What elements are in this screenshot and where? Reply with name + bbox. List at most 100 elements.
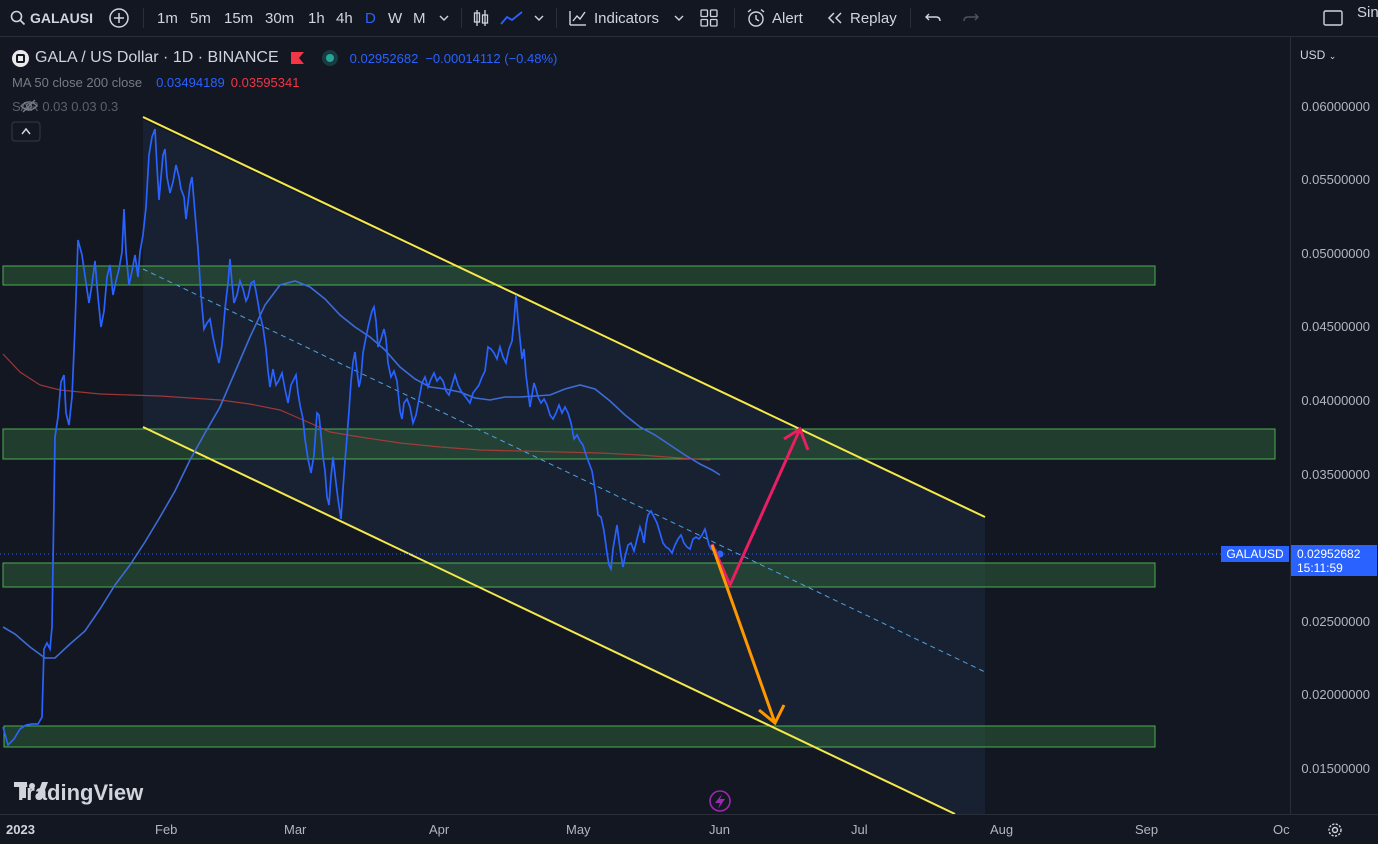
interval-W[interactable]: W xyxy=(388,0,402,36)
top-toolbar: GALAUSI 1m 5m 15m 30m 1h 4h D W M Indica… xyxy=(0,0,1378,37)
bar-countdown: 15:11:59 xyxy=(1297,561,1343,575)
tradingview-watermark: TradingView xyxy=(14,780,143,806)
event-lightning-icon[interactable] xyxy=(709,790,731,812)
time-label: Feb xyxy=(155,822,178,837)
interval-30m[interactable]: 30m xyxy=(265,0,294,36)
indicators-dropdown[interactable] xyxy=(674,0,684,36)
chart-type-dropdown[interactable] xyxy=(534,0,544,36)
fullscreen-button[interactable] xyxy=(1323,0,1343,36)
alert-label: Alert xyxy=(772,9,803,27)
redo-button[interactable] xyxy=(962,0,980,36)
symbol-title[interactable]: GALA / US Dollar · 1D · BINANCE xyxy=(35,49,279,67)
chevron-down-icon xyxy=(534,15,544,21)
price-axis[interactable]: USD ⌄ 0.06000000 0.05500000 0.05000000 0… xyxy=(1290,37,1378,814)
interval-1m[interactable]: 1m xyxy=(157,0,178,36)
price-tick: 0.03500000 xyxy=(1301,467,1370,482)
candles-icon xyxy=(473,10,489,26)
alert-button[interactable]: Alert xyxy=(746,0,803,36)
indicators-icon xyxy=(569,11,586,26)
undo-button[interactable] xyxy=(924,0,942,36)
interval-1h[interactable]: 1h xyxy=(308,0,325,36)
replay-label: Replay xyxy=(850,9,897,27)
compare-button[interactable] xyxy=(108,0,130,36)
interval-5m[interactable]: 5m xyxy=(190,0,211,36)
redo-icon xyxy=(963,13,979,22)
line-style-button[interactable] xyxy=(500,0,524,36)
partial-label: Sin xyxy=(1357,3,1378,21)
support-zone-low[interactable] xyxy=(3,725,1156,748)
time-axis[interactable]: 2023 Feb Mar Apr May Jun Jul Aug Sep Oc xyxy=(0,814,1378,844)
chevron-down-icon xyxy=(439,15,449,21)
symbol-search[interactable]: GALAUSI xyxy=(10,0,93,36)
current-price-text: 0.02952682 xyxy=(1297,547,1361,561)
alarm-clock-icon xyxy=(747,8,765,27)
symbol-price-tag: GALAUSD xyxy=(1221,546,1289,562)
time-label: Sep xyxy=(1135,822,1159,837)
price-tick: 0.04000000 xyxy=(1301,393,1370,408)
current-price-label: 0.02952682 15:11:59 xyxy=(1291,545,1377,576)
chart-canvas[interactable] xyxy=(0,37,1290,814)
ma200-value: 0.03595341 xyxy=(230,75,300,90)
ma-label: MA 50 close 200 close xyxy=(12,75,143,90)
price-tick: 0.01500000 xyxy=(1301,761,1370,776)
flag-icon[interactable] xyxy=(290,52,304,64)
indicators-label: Indicators xyxy=(594,9,660,27)
market-status-icon xyxy=(325,54,334,62)
interval-label: 4h xyxy=(336,9,353,27)
time-label: Jul xyxy=(851,822,868,837)
eye-hidden-icon[interactable] xyxy=(20,99,38,113)
currency-selector[interactable]: USD ⌄ xyxy=(1300,48,1336,62)
price-tick: 0.05000000 xyxy=(1301,246,1370,261)
interval-label: 30m xyxy=(265,9,295,27)
indicators-button[interactable]: Indicators xyxy=(568,0,659,36)
rewind-icon xyxy=(827,12,842,24)
chevron-down-icon xyxy=(674,15,684,21)
interval-label: 15m xyxy=(224,9,254,27)
interval-D[interactable]: D xyxy=(365,0,376,36)
add-circle-icon xyxy=(109,8,129,28)
symbol-tag-text: GALAUSD xyxy=(1226,547,1284,561)
interval-15m[interactable]: 15m xyxy=(224,0,253,36)
window-icon xyxy=(1323,10,1343,26)
time-label: Jun xyxy=(709,822,730,837)
time-label: Apr xyxy=(429,822,450,837)
interval-dropdown[interactable] xyxy=(439,0,449,36)
interval-label: W xyxy=(388,9,403,27)
search-icon xyxy=(10,10,26,26)
price-tick: 0.02500000 xyxy=(1301,614,1370,629)
chevron-down-icon: ⌄ xyxy=(1328,51,1337,61)
symbol-name: GALAUSI xyxy=(30,10,93,26)
interval-label: 1m xyxy=(157,9,178,27)
price-change-value: −0.00014112 (−0.48%) xyxy=(425,50,558,66)
chart-settings-button[interactable] xyxy=(1326,821,1344,844)
time-label: Oc xyxy=(1273,822,1290,837)
layout-grid-icon xyxy=(700,9,718,27)
time-label: Aug xyxy=(990,822,1014,837)
interval-label: D xyxy=(365,9,376,27)
bar-style-button[interactable] xyxy=(472,0,490,36)
replay-button[interactable]: Replay xyxy=(826,0,897,36)
collapse-legend-button[interactable] xyxy=(11,121,41,142)
legend-main-row: GALA / US Dollar · 1D · BINANCE 0.029526… xyxy=(12,49,557,67)
interval-M[interactable]: M xyxy=(413,0,426,36)
ma50-value: 0.03494189 xyxy=(156,75,225,90)
interval-label: 1h xyxy=(308,9,325,27)
undo-icon xyxy=(925,13,941,22)
exchange-logo-icon xyxy=(12,49,29,67)
interval-label: M xyxy=(413,9,426,27)
channel-fill xyxy=(143,120,985,814)
legend-sar-row[interactable]: SAR 0.03 0.03 0.3 xyxy=(12,99,118,114)
currency-label: USD xyxy=(1300,48,1326,62)
time-label: 2023 xyxy=(6,822,35,837)
toolbar-right-partial[interactable]: Sin xyxy=(1357,0,1378,30)
price-tick: 0.06000000 xyxy=(1301,99,1370,114)
chart-pane[interactable]: TradingView GALA / US Dollar · 1D · BINA… xyxy=(0,37,1290,814)
price-tick: 0.05500000 xyxy=(1301,172,1370,187)
last-price-value: 0.02952682 xyxy=(349,50,419,66)
support-zone[interactable] xyxy=(2,562,1156,588)
layouts-button[interactable] xyxy=(700,0,718,36)
line-chart-icon xyxy=(500,11,523,25)
resistance-zone-high[interactable] xyxy=(2,265,1156,286)
legend-ma-row[interactable]: MA 50 close 200 close 0.03494189 0.03595… xyxy=(12,75,299,90)
interval-4h[interactable]: 4h xyxy=(336,0,353,36)
